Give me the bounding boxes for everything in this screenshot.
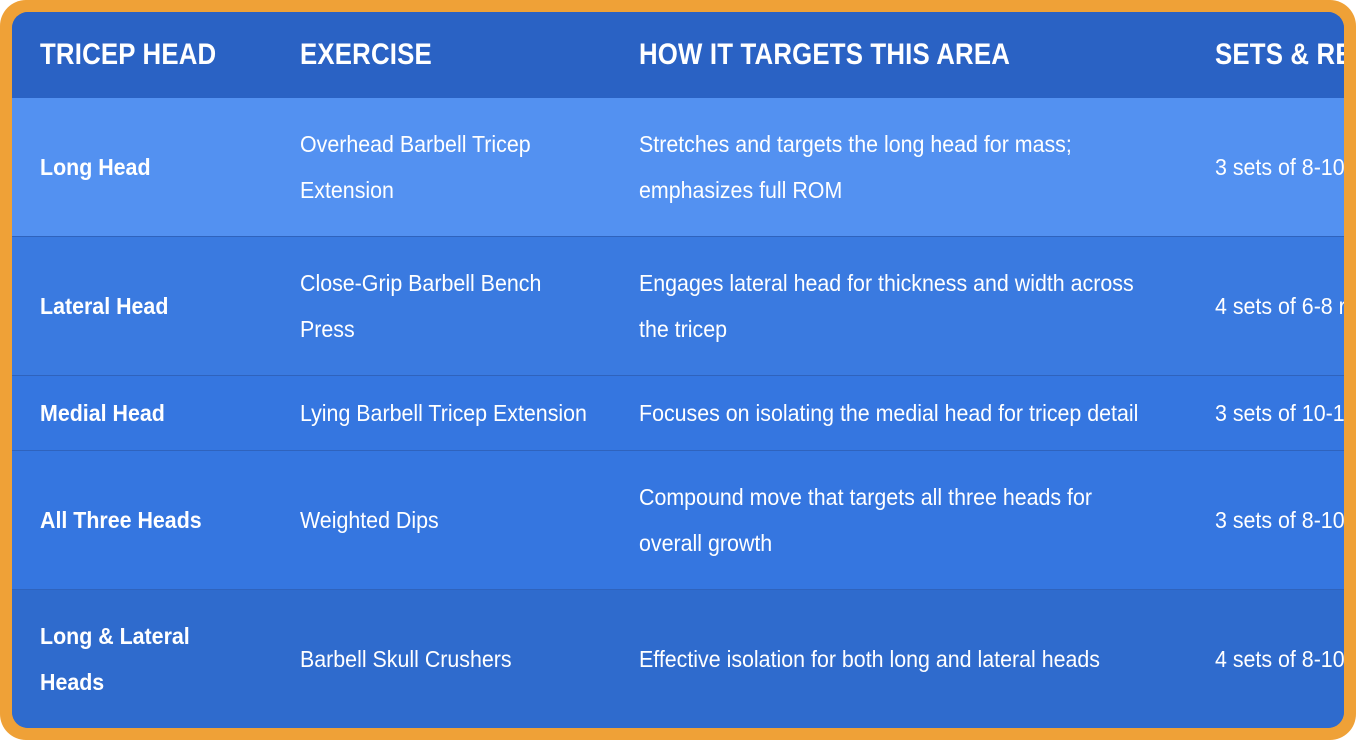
cell-how-it-targets: Focuses on isolating the medial head for… [625,374,1205,451]
cell-sets-reps-text: 4 sets of 8-10 reps [1215,646,1344,673]
cell-sets-reps-text: 3 sets of 8-10 reps [1215,507,1344,534]
cell-tricep-head-text: All Three Heads [40,507,202,534]
cell-how-it-targets-text: Compound move that targets all three hea… [639,484,1093,557]
cell-how-it-targets-text: Effective isolation for both long and la… [639,646,1100,673]
cell-tricep-head: Medial Head [12,374,280,451]
tricep-exercise-table: TRICEP HEAD EXERCISE HOW IT TARGETS THIS… [12,12,1344,728]
cell-exercise-text: Lying Barbell Tricep Extension [300,399,587,426]
cell-exercise-text: Overhead Barbell Tricep Extension [300,130,531,203]
cell-exercise-text: Barbell Skull Crushers [300,646,512,673]
column-header-sets-reps: SETS & REPS [1205,12,1344,98]
cell-sets-reps-text: 3 sets of 10-12 reps [1215,399,1344,426]
cell-how-it-targets: Engages lateral head for thickness and w… [625,235,1205,376]
table-row: Long & Lateral Heads Barbell Skull Crush… [12,589,1344,728]
cell-sets-reps-text: 4 sets of 6-8 reps [1215,292,1344,319]
table-header-row: TRICEP HEAD EXERCISE HOW IT TARGETS THIS… [12,12,1344,98]
cell-exercise: Close-Grip Barbell Bench Press [280,235,625,376]
column-header-sets-reps-label: SETS & REPS [1215,38,1344,71]
table-row: All Three Heads Weighted Dips Compound m… [12,450,1344,590]
cell-tricep-head-text: Long Head [40,153,151,180]
column-header-how-it-targets-label: HOW IT TARGETS THIS AREA [639,38,1011,71]
cell-tricep-head-text: Lateral Head [40,292,169,319]
cell-how-it-targets-text: Focuses on isolating the medial head for… [639,399,1139,426]
cell-how-it-targets-text: Engages lateral head for thickness and w… [639,269,1134,342]
cell-tricep-head: Long Head [12,98,280,236]
cell-exercise-text: Weighted Dips [300,507,439,534]
cell-tricep-head-text: Long & Lateral Heads [40,623,190,696]
cell-sets-reps: 4 sets of 8-10 reps [1205,589,1344,728]
column-header-exercise: EXERCISE [280,12,625,98]
cell-how-it-targets: Effective isolation for both long and la… [625,589,1205,728]
cell-exercise: Weighted Dips [280,450,625,590]
column-header-exercise-label: EXERCISE [300,38,432,71]
cell-how-it-targets: Stretches and targets the long head for … [625,98,1205,236]
outer-orange-frame: TRICEP HEAD EXERCISE HOW IT TARGETS THIS… [0,0,1356,740]
column-header-tricep-head-label: TRICEP HEAD [40,38,217,71]
column-header-how-it-targets: HOW IT TARGETS THIS AREA [625,12,1205,98]
cell-sets-reps: 4 sets of 6-8 reps [1205,235,1344,376]
cell-sets-reps: 3 sets of 8-10 reps [1205,450,1344,590]
cell-exercise-text: Close-Grip Barbell Bench Press [300,269,542,342]
cell-how-it-targets-text: Stretches and targets the long head for … [639,130,1072,203]
cell-sets-reps: 3 sets of 8-10 reps [1205,98,1344,236]
cell-tricep-head: Long & Lateral Heads [12,589,280,728]
cell-exercise: Lying Barbell Tricep Extension [280,374,625,451]
table-row: Lateral Head Close-Grip Barbell Bench Pr… [12,235,1344,376]
cell-exercise: Overhead Barbell Tricep Extension [280,98,625,236]
table-panel: TRICEP HEAD EXERCISE HOW IT TARGETS THIS… [12,12,1344,728]
cell-tricep-head: Lateral Head [12,235,280,376]
cell-exercise: Barbell Skull Crushers [280,589,625,728]
cell-tricep-head: All Three Heads [12,450,280,590]
cell-sets-reps-text: 3 sets of 8-10 reps [1215,153,1344,180]
column-header-tricep-head: TRICEP HEAD [12,12,280,98]
table-body: Long Head Overhead Barbell Tricep Extens… [12,98,1344,728]
cell-sets-reps: 3 sets of 10-12 reps [1205,374,1344,451]
cell-how-it-targets: Compound move that targets all three hea… [625,450,1205,590]
table-row: Medial Head Lying Barbell Tricep Extensi… [12,374,1344,451]
cell-tricep-head-text: Medial Head [40,399,165,426]
table-row: Long Head Overhead Barbell Tricep Extens… [12,98,1344,237]
table-header: TRICEP HEAD EXERCISE HOW IT TARGETS THIS… [12,12,1344,98]
